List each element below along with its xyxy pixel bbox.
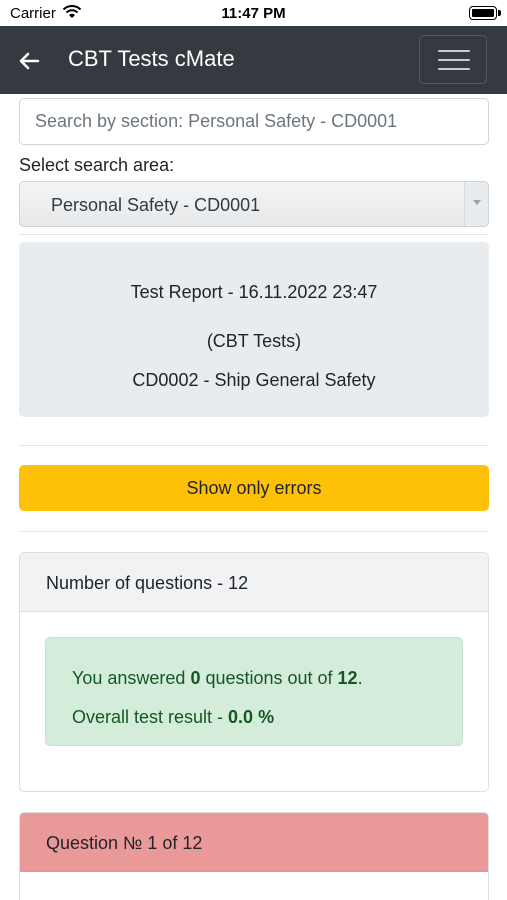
app-title: CBT Tests cMate: [68, 46, 235, 71]
result-percentage: 0.0 %: [228, 707, 275, 727]
section-search-input[interactable]: [19, 98, 489, 145]
divider: [19, 234, 489, 235]
search-area-selected-value: Personal Safety - CD0001: [51, 195, 261, 215]
question-count-header: Number of questions - 12: [20, 553, 488, 612]
report-section: CD0002 - Ship General Safety: [132, 370, 376, 390]
hamburger-menu-button[interactable]: [419, 35, 487, 84]
result-alert: You answered 0 questions out of 12. Over…: [45, 637, 463, 746]
summary-card: Number of questions - 12 You answered 0 …: [19, 552, 489, 792]
answered-summary: You answered 0 questions out of 12.: [72, 668, 363, 688]
test-report-box: Test Report - 16.11.2022 23:47 (CBT Test…: [19, 242, 489, 417]
select-caret-icon: [464, 182, 488, 226]
show-only-errors-button[interactable]: Show only errors: [19, 465, 489, 511]
divider: [19, 445, 489, 446]
status-bar: Carrier 11:47 PM: [0, 0, 507, 26]
total-questions: 12: [337, 668, 358, 688]
menu-line-icon: [438, 59, 470, 61]
back-arrow-icon[interactable]: [16, 48, 42, 74]
status-time: 11:47 PM: [221, 5, 286, 22]
search-area-select[interactable]: Personal Safety - CD0001: [19, 181, 489, 227]
menu-line-icon: [438, 50, 470, 52]
divider: [19, 531, 489, 532]
navbar: CBT Tests cMate: [0, 26, 507, 94]
overall-result: Overall test result - 0.0 %: [72, 707, 275, 727]
question-header: Question № 1 of 12: [20, 813, 488, 872]
answered-count: 0: [190, 668, 201, 688]
report-subtitle: (CBT Tests): [206, 331, 302, 351]
search-area-label: Select search area:: [19, 155, 175, 175]
report-title: Test Report - 16.11.2022 23:47: [130, 282, 378, 302]
battery-icon: [469, 6, 501, 20]
question-card: Question № 1 of 12: [19, 812, 489, 900]
menu-line-icon: [438, 68, 470, 70]
